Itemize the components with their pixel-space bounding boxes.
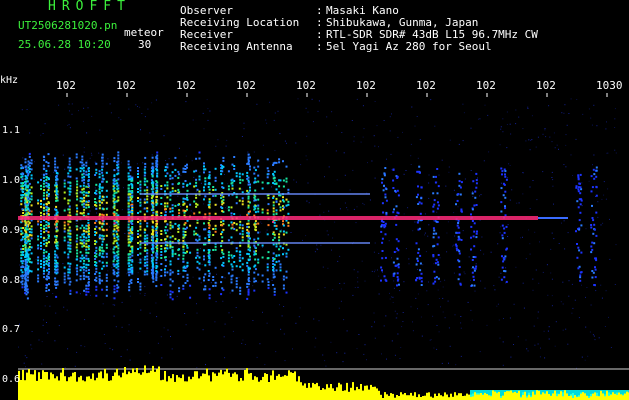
x-tick-label: 102	[476, 79, 496, 92]
x-tick-label: 102	[236, 79, 256, 92]
y-tick-label: 1.1	[2, 125, 21, 136]
y-tick-label: 0.7	[2, 324, 21, 335]
x-tick-label: 102	[116, 79, 136, 92]
y-tick-label: 0.6	[2, 374, 21, 385]
hrofft-spectrogram-window: HROFFT UT2506281020.pn meteor 25.06.28 1…	[0, 0, 629, 400]
x-tick-label: 1030	[596, 79, 623, 92]
info-label-antenna: Receiving Antenna	[180, 40, 293, 53]
observation-datetime: 25.06.28 10:20	[18, 38, 111, 51]
carrier-line	[18, 216, 538, 220]
x-tick-label: 102	[296, 79, 316, 92]
y-tick-label: 1.0	[2, 175, 21, 186]
meteor-echo-layer	[20, 151, 598, 301]
spectrogram-canvas	[18, 93, 629, 400]
info-colon: :	[316, 40, 323, 53]
y-tick-label: 0.9	[2, 225, 21, 236]
x-tick-label: 102	[176, 79, 196, 92]
spectrogram-noise	[18, 98, 617, 369]
x-tick-label: 102	[416, 79, 436, 92]
app-title: HROFFT	[48, 0, 131, 14]
info-value-antenna: 5el Yagi Az 280 for Seoul	[326, 40, 492, 53]
tick-markers	[66, 93, 608, 97]
y-axis-unit: kHz	[0, 75, 19, 86]
meteor-count: 30	[138, 38, 152, 51]
signal-level-bar	[18, 365, 629, 400]
x-tick-label: 102	[356, 79, 376, 92]
file-name: UT2506281020.pn	[18, 19, 118, 32]
x-tick-label: 102	[56, 79, 76, 92]
x-tick-label: 102	[536, 79, 556, 92]
y-tick-label: 0.8	[2, 275, 21, 286]
carrier-line-right	[538, 217, 568, 219]
